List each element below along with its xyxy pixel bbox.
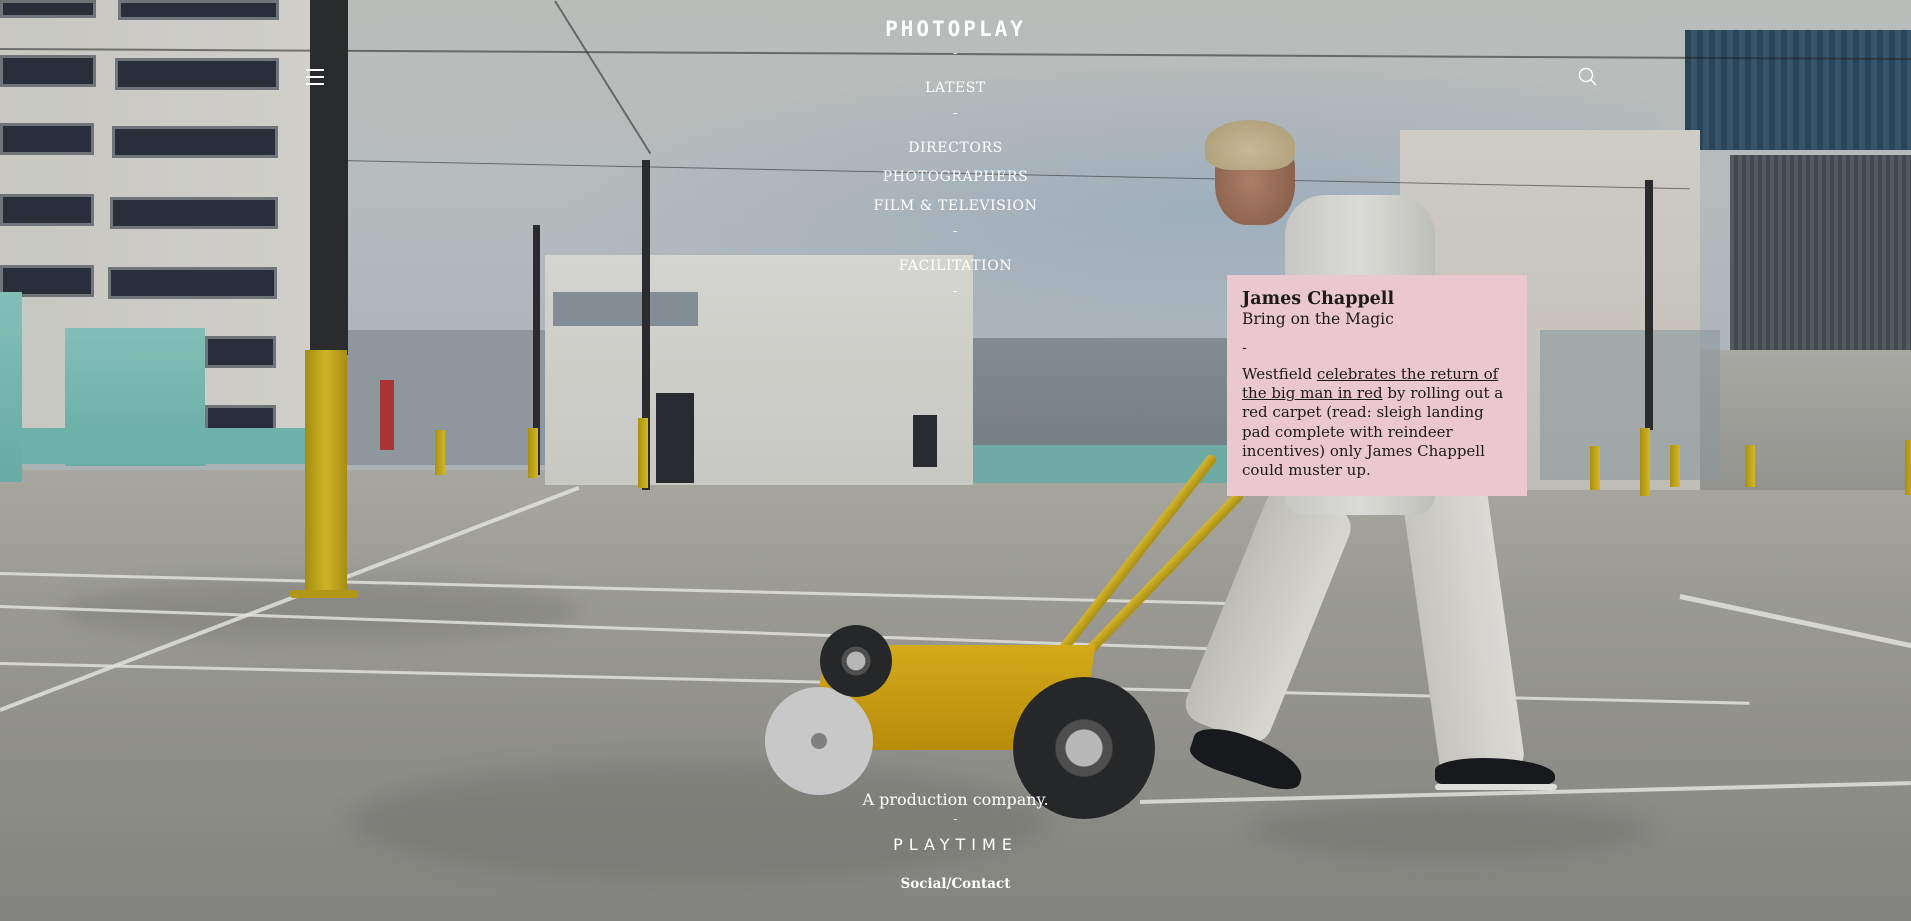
feature-card-description-prefix: Westfield <box>1242 365 1317 383</box>
nav-item-film-television[interactable]: FILM & TELEVISION <box>873 198 1037 214</box>
company-tagline: A production company. <box>862 790 1049 809</box>
nav-item-latest[interactable]: LATEST <box>925 80 986 96</box>
site-logo[interactable]: PHOTOPLAY <box>0 17 1911 41</box>
feature-card-director-name[interactable]: James Chappell <box>1242 289 1512 310</box>
nav-item-directors[interactable]: DIRECTORS <box>908 140 1003 156</box>
nav-item-photographers[interactable]: PHOTOGRAPHERS <box>883 169 1029 185</box>
hero-background-image <box>0 0 1911 921</box>
footer-separator: - <box>953 812 958 827</box>
nav-separator: - <box>953 46 958 61</box>
playtime-brand-link[interactable]: PLAYTIME <box>0 835 1911 854</box>
page: PHOTOPLAY - LATEST - DIRECTORS PHOTOGRAP… <box>0 0 1911 921</box>
social-contact-link[interactable]: Social/Contact <box>901 876 1011 892</box>
nav-separator: - <box>953 106 958 121</box>
feature-card-separator: - <box>1242 340 1247 356</box>
feature-card-description: Westfield celebrates the return of the b… <box>1242 365 1512 480</box>
feature-card: James Chappell Bring on the Magic - West… <box>1227 275 1527 496</box>
nav-separator: - <box>953 224 958 239</box>
nav-item-facilitation[interactable]: FACILITATION <box>899 258 1012 274</box>
feature-card-project-title[interactable]: Bring on the Magic <box>1242 310 1512 329</box>
nav-separator: - <box>953 284 958 299</box>
